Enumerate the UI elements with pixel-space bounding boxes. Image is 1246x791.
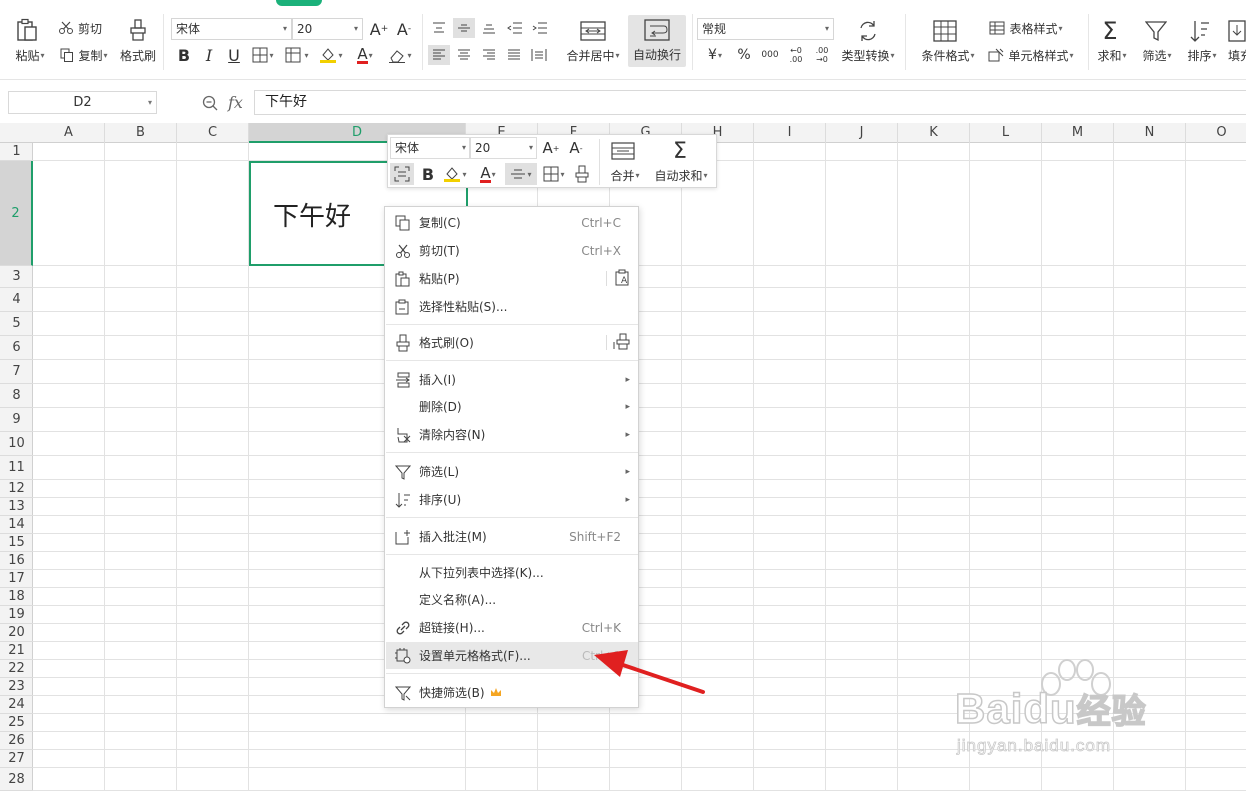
watermark-brand-du: du (1023, 684, 1077, 733)
watermark-brand-jingyan: 经验 (1076, 692, 1147, 732)
watermark-brand: Baidu经验 (954, 684, 1147, 733)
baidu-watermark: Baidu经验 jingyan.baidu.com (954, 656, 1195, 766)
watermark-url: jingyan.baidu.com (957, 736, 1112, 756)
watermark-brand-bai: Bai (954, 684, 1024, 733)
